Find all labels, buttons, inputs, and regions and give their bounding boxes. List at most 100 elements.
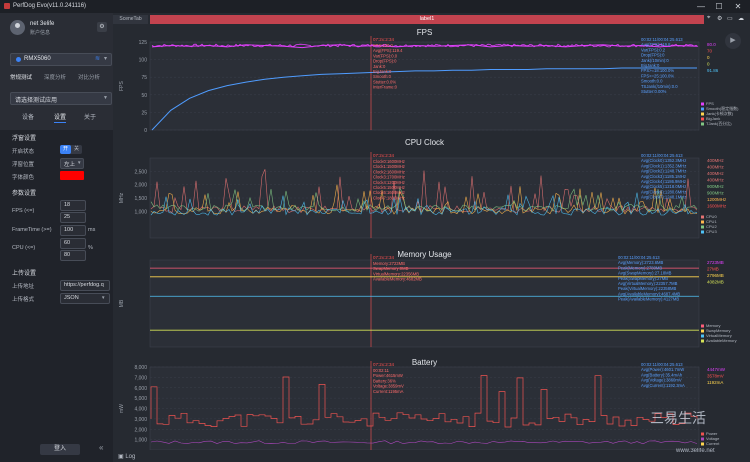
maximize-button[interactable]: ☐ — [710, 1, 728, 12]
memory-usage-legend-value: 2796MB — [707, 273, 724, 278]
cpu-clock-ytick: 1,500 — [134, 196, 147, 202]
mode-normal-test[interactable]: 常规测试 — [10, 73, 32, 81]
frametime-threshold-input[interactable]: 100 — [60, 225, 86, 236]
cloud-icon[interactable]: ☁ — [738, 15, 744, 22]
upload-settings-heading: 上传设置 — [12, 271, 37, 277]
fps-ytick: 125 — [139, 40, 148, 46]
tab-about[interactable]: 关于 — [84, 112, 96, 121]
battery-legend-swatch — [701, 437, 704, 441]
memory-usage-title: Memory Usage — [397, 250, 452, 259]
cpu-clock-legend-swatch — [701, 225, 704, 229]
fps-ytick: 0 — [144, 128, 147, 134]
fps-legend-swatch — [701, 107, 704, 111]
cpu-threshold-1-input[interactable]: 60 — [60, 238, 86, 249]
mode-deep-analysis[interactable]: 深度分析 — [44, 73, 66, 81]
memory-usage-marker-time: 07:2x:2:34 — [373, 255, 395, 260]
folder-icon[interactable]: ▭ — [727, 15, 733, 22]
fps-ytick: 50 — [141, 93, 147, 99]
collapse-sidebar-icon[interactable]: « — [99, 443, 103, 452]
font-color-label: 字体颜色 — [12, 175, 35, 181]
float-state-toggle[interactable]: 开 关 — [60, 145, 82, 154]
chevron-down-icon: ▼ — [77, 160, 82, 165]
log-toggle[interactable]: ▣ Log — [118, 453, 135, 460]
chevron-down-icon: ▾ — [104, 56, 108, 62]
label-bar[interactable]: label1 — [150, 15, 704, 24]
cpu-clock-ylabel: MHz — [119, 192, 125, 203]
upload-address-input[interactable]: https://perfdog.q — [60, 280, 110, 291]
cpu-clock-legend-value: 400MHz — [707, 158, 725, 163]
close-button[interactable]: ✕ — [729, 1, 747, 12]
main-area: SceneTab label1 ⌖ ⚙ ▭ ☁ FPS FPS 0 25 50 75 100… — [113, 13, 750, 462]
chevron-down-icon: ▼ — [101, 295, 106, 300]
battery-ytick: 5,000 — [134, 396, 147, 402]
fps-legend-swatch — [701, 117, 704, 121]
fps-marker-stat: InterFrame:0 — [373, 85, 398, 90]
app-select-dropdown[interactable]: 请选择测试应用 ▼ — [10, 92, 112, 105]
cpu-clock-legend-label: CPU3 — [706, 229, 717, 234]
battery-ytick: 6,000 — [134, 386, 147, 392]
avatar[interactable] — [10, 20, 25, 35]
title-bar: PerfDog Evo(v11.0.241116) — ☐ ✕ — [0, 0, 750, 13]
toggle-on[interactable]: 开 — [60, 145, 71, 154]
minimize-button[interactable]: — — [692, 1, 710, 12]
fps-threshold-2-input[interactable]: 25 — [60, 212, 86, 223]
upload-address-label: 上传地址 — [12, 284, 35, 290]
fps-threshold-1-value: 18 — [64, 202, 71, 208]
battery-legend-label: Current — [706, 441, 720, 446]
upload-address-value: https://perfdog.q — [64, 282, 104, 288]
sidebar: net 3elife 账户信息 ⚙ RMX5060 ≋ ▾ 常规测试 深度分析 … — [0, 13, 113, 462]
play-button[interactable]: ▶ — [725, 33, 741, 49]
memory-usage-legend-swatch — [701, 339, 704, 343]
fps-threshold-2-value: 25 — [64, 214, 71, 220]
tab-device[interactable]: 设备 — [22, 112, 34, 121]
memory-usage-legend-swatch — [701, 324, 704, 328]
cpu-clock-legend-swatch — [701, 215, 704, 219]
account-info-link[interactable]: 账户信息 — [30, 29, 50, 36]
cpu-clock-legend-value: 400MHz — [707, 178, 725, 183]
fps-threshold-label: FPS (<=) — [12, 208, 35, 214]
cpu-threshold-2-input[interactable]: 80 — [60, 250, 86, 261]
cpu-clock-marker-stat: Clock7:1800MHz — [373, 195, 405, 200]
upload-format-select[interactable]: JSON ▼ — [60, 293, 110, 304]
cpu-clock-legend-value: 1200MHz — [707, 197, 727, 202]
fps-title: FPS — [417, 28, 433, 37]
device-selector[interactable]: RMX5060 ≋ ▾ — [10, 53, 112, 66]
battery-legend-swatch — [701, 442, 704, 446]
scene-tab[interactable]: SceneTab — [113, 15, 148, 24]
fps-threshold-1-input[interactable]: 18 — [60, 200, 86, 211]
toggle-off[interactable]: 关 — [71, 145, 82, 154]
location-icon[interactable]: ⌖ — [707, 15, 710, 22]
cpu-clock-plot-area — [149, 157, 700, 239]
memory-usage-ylabel: MB — [119, 299, 125, 307]
fps-plot-area — [149, 41, 700, 131]
tab-settings[interactable]: 设置 — [54, 112, 67, 123]
gear-icon[interactable]: ⚙ — [717, 15, 722, 22]
settings-gear-icon[interactable]: ⚙ — [97, 22, 107, 32]
memory-usage-plot-area — [149, 259, 700, 348]
mode-compare-analysis[interactable]: 对比分析 — [78, 73, 100, 81]
font-color-swatch[interactable] — [60, 171, 84, 180]
fps-marker-time: 07:2x:2:34 — [373, 37, 395, 42]
battery-ytick: 4,000 — [134, 407, 147, 413]
cpu-clock-ytick: 2,000 — [134, 183, 147, 189]
battery-marker-time: 07:2x:2:34 — [373, 362, 395, 367]
watermark: 三易生活 — [650, 410, 706, 426]
memory-usage-marker-stat: AvailableMemory:4682MB — [373, 277, 422, 282]
float-position-select[interactable]: 左上 ▼ — [60, 158, 84, 169]
fps-ytick: 25 — [141, 110, 147, 116]
fps-legend-swatch — [701, 122, 704, 126]
cpu-clock-ytick: 2,500 — [134, 169, 147, 175]
cpu-clock-legend-value: 1600MHz — [707, 204, 727, 209]
fps-legend-value: 70 — [707, 49, 713, 54]
frametime-unit: ms — [88, 227, 96, 233]
login-button[interactable]: 登入 — [40, 444, 80, 455]
frametime-threshold-label: FrameTime (>=) — [12, 227, 52, 233]
upload-format-label: 上传格式 — [12, 297, 35, 303]
battery-ytick: 3,000 — [134, 417, 147, 423]
cpu-clock-legend-value: 400MHz — [707, 171, 725, 176]
memory-usage-legend-value: 4082MB — [707, 280, 724, 285]
params-settings-heading: 参数设置 — [12, 191, 37, 197]
fps-legend-swatch — [701, 102, 704, 106]
fps-summary-stat: Stutter:0.00% — [641, 89, 667, 94]
app-select-label: 请选择测试应用 — [15, 98, 58, 104]
